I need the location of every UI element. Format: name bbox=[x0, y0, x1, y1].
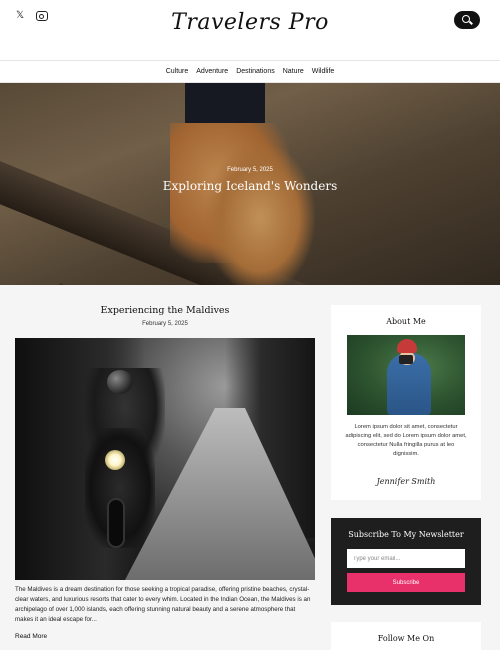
nav-item-nature[interactable]: Nature bbox=[283, 68, 304, 75]
about-title: About Me bbox=[386, 317, 426, 326]
about-widget: About Me Lorem ipsum dolor sit amet, con… bbox=[331, 305, 481, 500]
post-image[interactable] bbox=[15, 338, 315, 580]
subscribe-button[interactable]: Subscribe bbox=[347, 573, 465, 592]
follow-title: Follow Me On bbox=[377, 634, 435, 643]
newsletter-widget: Subscribe To My Newsletter Subscribe bbox=[331, 518, 481, 605]
author-signature: Jennifer Smith bbox=[376, 477, 436, 486]
newsletter-title: Subscribe To My Newsletter bbox=[348, 530, 464, 539]
photo-hat bbox=[397, 339, 417, 353]
about-text: Lorem ipsum dolor sit amet, consectetur … bbox=[345, 424, 467, 457]
image-headlight bbox=[105, 450, 125, 470]
hero-title[interactable]: Exploring Iceland's Wonders bbox=[0, 179, 500, 193]
search-icon[interactable] bbox=[454, 11, 480, 29]
post-title[interactable]: Experiencing the Maldives bbox=[15, 305, 315, 316]
site-header: 𝕏 Travelers Pro bbox=[0, 0, 500, 60]
hero-banner[interactable]: February 5, 2025 Exploring Iceland's Won… bbox=[0, 83, 500, 285]
camera-icon bbox=[399, 355, 413, 364]
nav-item-culture[interactable]: Culture bbox=[166, 68, 189, 75]
email-field[interactable] bbox=[347, 549, 465, 568]
nav-item-destinations[interactable]: Destinations bbox=[236, 68, 275, 75]
nav-item-adventure[interactable]: Adventure bbox=[196, 68, 228, 75]
image-helmet bbox=[107, 370, 133, 394]
image-wheel bbox=[107, 498, 125, 548]
site-logo[interactable]: Travelers Pro bbox=[0, 10, 500, 35]
read-more-link[interactable]: Read More bbox=[15, 633, 47, 640]
follow-widget: Follow Me On bbox=[331, 622, 481, 650]
about-photo bbox=[347, 335, 465, 415]
nav-item-wildlife[interactable]: Wildlife bbox=[312, 68, 335, 75]
main-navigation: Culture Adventure Destinations Nature Wi… bbox=[0, 60, 500, 83]
post-date: February 5, 2025 bbox=[142, 321, 188, 327]
hero-date: February 5, 2025 bbox=[227, 167, 273, 173]
post-excerpt: The Maldives is a dream destination for … bbox=[15, 586, 311, 623]
